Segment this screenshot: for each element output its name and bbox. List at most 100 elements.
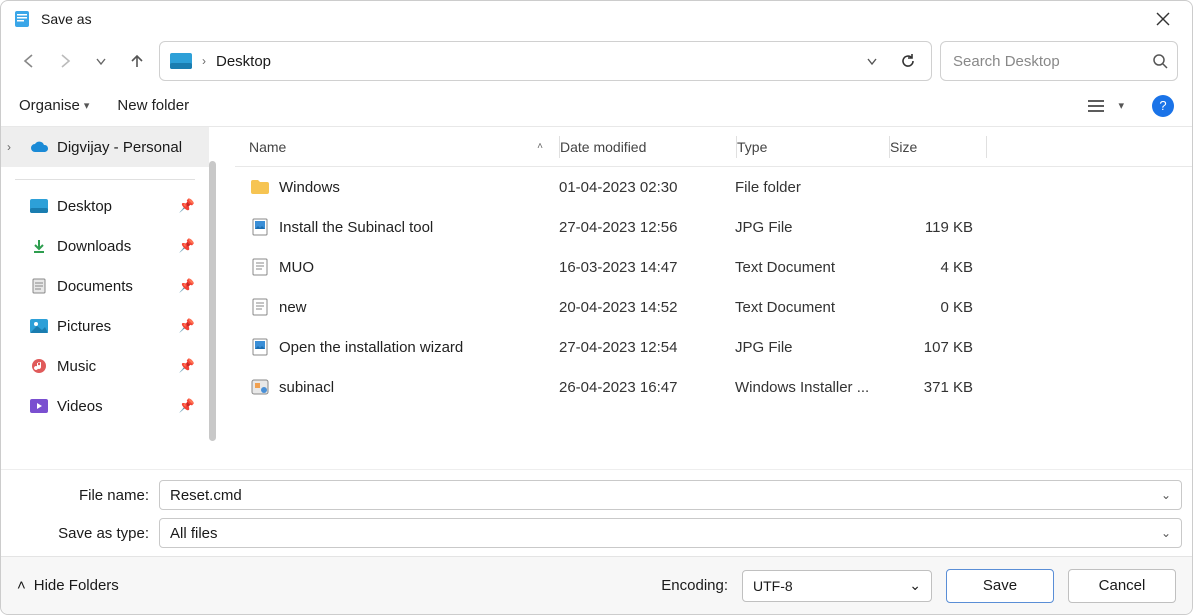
filename-input[interactable]: Reset.cmd ⌄ — [159, 480, 1182, 510]
recent-dropdown[interactable] — [87, 47, 115, 75]
file-row[interactable]: Windows01-04-2023 02:30File folder — [235, 167, 1192, 207]
file-row[interactable]: subinacl26-04-2023 16:47Windows Installe… — [235, 367, 1192, 407]
column-size[interactable]: Size — [890, 139, 986, 155]
chevron-down-icon: ▾ — [84, 99, 90, 112]
file-icon — [249, 218, 271, 236]
cloud-icon — [29, 140, 49, 154]
file-name: Install the Subinacl tool — [279, 219, 559, 236]
column-type[interactable]: Type — [737, 139, 889, 155]
window-title: Save as — [41, 11, 1146, 27]
refresh-button[interactable] — [895, 52, 921, 70]
file-icon — [249, 338, 271, 356]
file-date: 20-04-2023 14:52 — [559, 299, 735, 316]
file-size: 119 KB — [887, 219, 983, 236]
videos-icon — [29, 399, 49, 413]
search-input[interactable] — [953, 53, 1152, 70]
encoding-label: Encoding: — [661, 577, 728, 594]
file-row[interactable]: new20-04-2023 14:52Text Document0 KB — [235, 287, 1192, 327]
chevron-right-icon: › — [202, 54, 206, 68]
file-rows: Windows01-04-2023 02:30File folderInstal… — [235, 167, 1192, 469]
sidebar-item-desktop[interactable]: Desktop 📌 — [1, 186, 209, 226]
file-size: 0 KB — [887, 299, 983, 316]
file-date: 16-03-2023 14:47 — [559, 259, 735, 276]
file-type: File folder — [735, 179, 887, 196]
sidebar-item-onedrive[interactable]: › Digvijay - Personal — [1, 127, 209, 167]
music-icon — [29, 358, 49, 374]
desktop-icon — [170, 52, 192, 70]
scrollbar[interactable] — [209, 161, 216, 441]
up-button[interactable] — [123, 47, 151, 75]
file-type: Text Document — [735, 299, 887, 316]
view-mode-button[interactable] — [1086, 98, 1106, 114]
organise-menu[interactable]: Organise ▾ — [19, 97, 89, 114]
cancel-button[interactable]: Cancel — [1068, 569, 1176, 603]
help-button[interactable]: ? — [1152, 95, 1174, 117]
savetype-select[interactable]: All files ⌄ — [159, 518, 1182, 548]
navigation-sidebar: › Digvijay - Personal Desktop 📌 Download… — [1, 127, 209, 469]
file-name: new — [279, 299, 559, 316]
filename-label: File name: — [11, 487, 159, 504]
forward-button[interactable] — [51, 47, 79, 75]
chevron-up-icon: ˄ — [17, 577, 26, 594]
pin-icon: 📌 — [179, 318, 195, 334]
download-icon — [29, 238, 49, 254]
encoding-value: UTF-8 — [753, 578, 909, 594]
sidebar-item-videos[interactable]: Videos 📌 — [1, 386, 209, 426]
divider — [15, 179, 195, 180]
back-button[interactable] — [15, 47, 43, 75]
column-name[interactable]: Name˄ — [249, 139, 559, 155]
pin-icon: 📌 — [179, 198, 195, 214]
desktop-icon — [29, 199, 49, 213]
new-folder-button[interactable]: New folder — [117, 97, 189, 114]
sidebar-item-label: Pictures — [57, 318, 111, 335]
file-size: 4 KB — [887, 259, 983, 276]
column-date[interactable]: Date modified — [560, 139, 736, 155]
chevron-down-icon[interactable]: ⌄ — [1161, 526, 1171, 540]
file-icon — [249, 298, 271, 316]
sidebar-item-label: Music — [57, 358, 96, 375]
content-body: › Digvijay - Personal Desktop 📌 Download… — [1, 127, 1192, 469]
sidebar-item-label: Downloads — [57, 238, 131, 255]
chevron-right-icon: › — [7, 140, 21, 154]
organise-label: Organise — [19, 97, 80, 114]
sidebar-item-label: Documents — [57, 278, 133, 295]
pin-icon: 📌 — [179, 398, 195, 414]
new-folder-label: New folder — [117, 97, 189, 114]
file-name: MUO — [279, 259, 559, 276]
chevron-down-icon[interactable]: ⌄ — [909, 577, 921, 594]
sidebar-item-documents[interactable]: Documents 📌 — [1, 266, 209, 306]
breadcrumb-location: Desktop — [216, 53, 849, 70]
file-row[interactable]: Install the Subinacl tool27-04-2023 12:5… — [235, 207, 1192, 247]
file-name: Open the installation wizard — [279, 339, 559, 356]
file-date: 27-04-2023 12:54 — [559, 339, 735, 356]
file-row[interactable]: MUO16-03-2023 14:47Text Document4 KB — [235, 247, 1192, 287]
search-box[interactable] — [940, 41, 1178, 81]
file-row[interactable]: Open the installation wizard27-04-2023 1… — [235, 327, 1192, 367]
address-bar[interactable]: › Desktop — [159, 41, 932, 81]
pin-icon: 📌 — [179, 278, 195, 294]
file-icon — [249, 379, 271, 395]
sidebar-item-music[interactable]: Music 📌 — [1, 346, 209, 386]
view-dropdown[interactable]: ▾ — [1118, 99, 1124, 112]
sidebar-item-label: Digvijay - Personal — [57, 139, 182, 156]
navigation-bar: › Desktop — [1, 37, 1192, 85]
file-name: Windows — [279, 179, 559, 196]
document-icon — [29, 278, 49, 294]
chevron-down-icon[interactable]: ⌄ — [1161, 488, 1171, 502]
close-button[interactable] — [1146, 6, 1180, 32]
pin-icon: 📌 — [179, 358, 195, 374]
file-icon — [249, 179, 271, 195]
save-form: File name: Reset.cmd ⌄ Save as type: All… — [1, 469, 1192, 556]
sidebar-item-label: Videos — [57, 398, 103, 415]
hide-folders-button[interactable]: ˄ Hide Folders — [17, 577, 119, 594]
sidebar-item-downloads[interactable]: Downloads 📌 — [1, 226, 209, 266]
command-bar: Organise ▾ New folder ▾ ? — [1, 85, 1192, 127]
save-button[interactable]: Save — [946, 569, 1054, 603]
search-icon — [1152, 53, 1168, 69]
file-type: Text Document — [735, 259, 887, 276]
sidebar-item-pictures[interactable]: Pictures 📌 — [1, 306, 209, 346]
encoding-select[interactable]: UTF-8 ⌄ — [742, 570, 932, 602]
address-dropdown[interactable] — [859, 54, 885, 68]
file-size: 371 KB — [887, 379, 983, 396]
title-bar: Save as — [1, 1, 1192, 37]
